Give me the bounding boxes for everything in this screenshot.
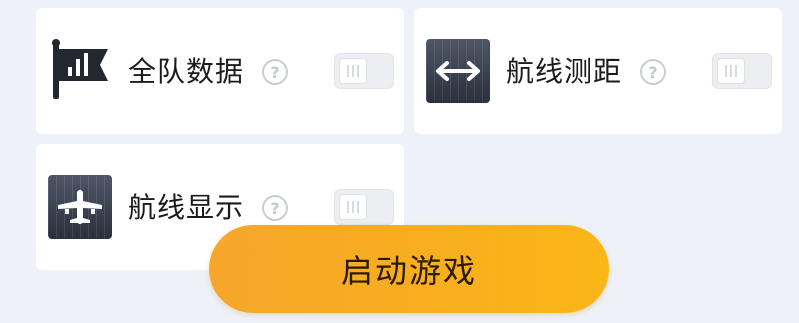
route-distance-toggle[interactable] <box>712 53 772 89</box>
help-icon[interactable]: ? <box>262 195 288 221</box>
team-data-toggle[interactable] <box>334 53 394 89</box>
setting-label: 全队数据 <box>128 55 245 88</box>
help-icon[interactable]: ? <box>262 59 288 85</box>
toggle-knob <box>717 58 745 84</box>
toggle-knob <box>339 194 367 220</box>
route-display-toggle[interactable] <box>334 189 394 225</box>
flag-bar-chart-icon <box>48 39 112 103</box>
setting-card-route-distance: 航线测距 ? <box>414 8 782 134</box>
game-settings-panel: 全队数据 ? 航线测距 ? 航线显示 ? 启动游戏 <box>0 0 799 323</box>
airplane-icon <box>48 175 112 239</box>
help-icon[interactable]: ? <box>640 59 666 85</box>
start-game-button[interactable]: 启动游戏 <box>209 225 609 313</box>
setting-label: 航线测距 <box>506 55 623 88</box>
setting-label: 航线显示 <box>128 191 245 224</box>
toggle-knob <box>339 58 367 84</box>
double-arrow-icon <box>426 39 490 103</box>
setting-card-team-data: 全队数据 ? <box>36 8 404 134</box>
